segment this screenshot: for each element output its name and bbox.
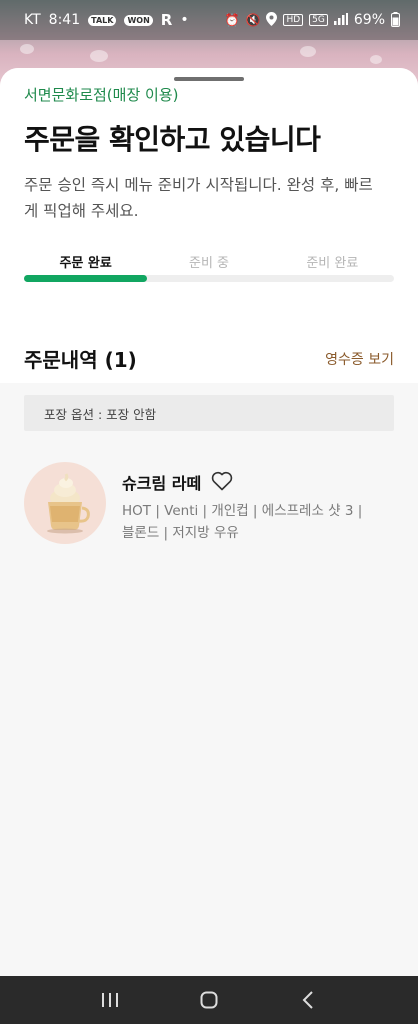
packaging-option: 포장 옵션 : 포장 안함 bbox=[24, 395, 394, 431]
order-steps: 주문 완료 준비 중 준비 완료 bbox=[24, 252, 394, 271]
mute-icon: 🔇 bbox=[245, 13, 261, 27]
network-badge: 5G bbox=[309, 14, 328, 26]
order-details-title: 주문내역 (1) bbox=[24, 348, 137, 372]
sheet-drag-handle[interactable] bbox=[174, 77, 244, 81]
store-name: 서면문화로점(매장 이용) bbox=[24, 86, 179, 104]
item-options: HOT | Venti | 개인컵 | 에스프레소 샷 3 | 블론드 | 저지… bbox=[122, 503, 363, 541]
order-details-header: 주문내역 (1) 영수증 보기 bbox=[24, 344, 394, 373]
order-progress-fill bbox=[24, 275, 148, 282]
home-icon[interactable] bbox=[189, 980, 229, 1020]
order-progress-bar bbox=[24, 275, 394, 282]
favorite-heart-icon[interactable] bbox=[211, 471, 233, 493]
step-preparing: 준비 중 bbox=[188, 256, 229, 271]
order-status-header bbox=[0, 68, 418, 383]
cream-latte-image bbox=[24, 462, 106, 544]
step-ready: 준비 완료 bbox=[306, 256, 359, 271]
system-nav-bar bbox=[0, 976, 418, 1024]
more-notifications-dot: • bbox=[180, 12, 189, 28]
item-name: 슈크림 라떼 bbox=[122, 474, 202, 493]
won-notification-icon: WON bbox=[124, 14, 153, 26]
battery-icon bbox=[391, 11, 400, 29]
recent-apps-icon[interactable] bbox=[90, 980, 130, 1020]
carrier-label: KT bbox=[24, 12, 41, 28]
clock: 8:41 bbox=[48, 12, 81, 28]
location-icon bbox=[266, 12, 278, 28]
page-title: 주문을 확인하고 있습니다 bbox=[24, 123, 321, 156]
item-name-row: 슈크림 라떼 bbox=[122, 470, 233, 494]
view-receipt-link[interactable]: 영수증 보기 bbox=[325, 349, 394, 369]
hd-badge: HD bbox=[283, 14, 304, 26]
battery-percent: 69% bbox=[353, 12, 385, 28]
alarm-icon: ⏰ bbox=[224, 13, 240, 27]
step-ordered: 주문 완료 bbox=[59, 256, 112, 271]
status-bar: KT 8:41 TALK WON R • ⏰ 🔇 HD 5G 69% bbox=[0, 0, 418, 40]
r-notification-icon: R bbox=[160, 11, 173, 29]
back-icon[interactable] bbox=[288, 980, 328, 1020]
talk-notification-icon: TALK bbox=[88, 14, 117, 26]
signal-icon bbox=[333, 13, 348, 27]
status-description: 주문 승인 즉시 메뉴 준비가 시작됩니다. 완성 후, 빠르게 픽업해 주세요… bbox=[24, 176, 373, 220]
